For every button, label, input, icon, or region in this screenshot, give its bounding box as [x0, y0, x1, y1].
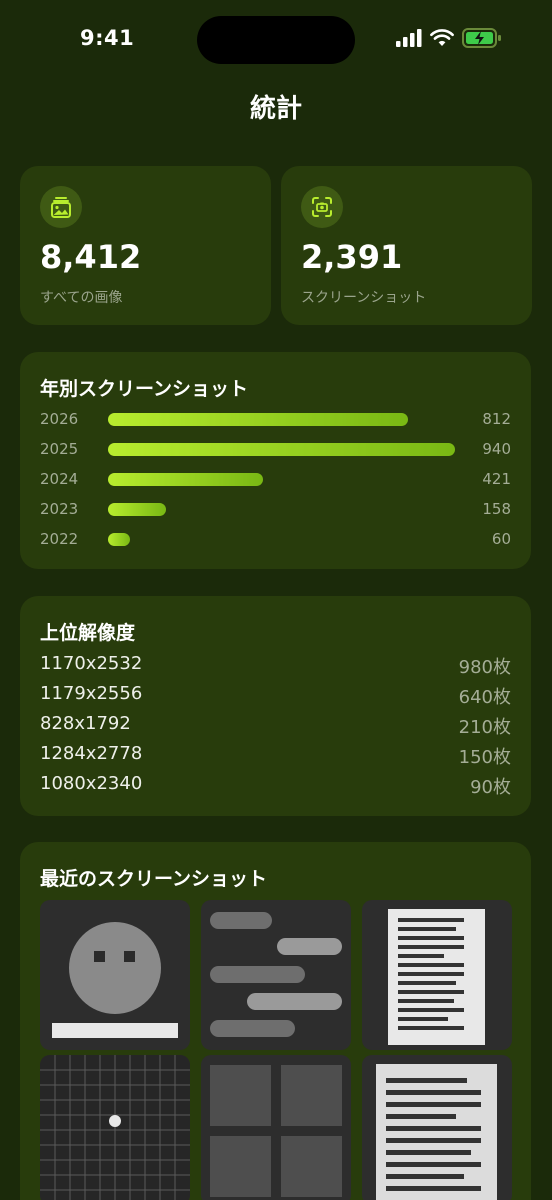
year-label: 2025	[40, 440, 79, 458]
resolution-count: 210枚	[458, 717, 511, 738]
resolution-name: 1170x2532	[40, 653, 143, 674]
resolution-name: 828x1792	[40, 713, 131, 734]
top-resolutions-card: 上位解像度 1170x2532 980枚 1179x2556 640枚 828x…	[20, 596, 531, 816]
resolution-row[interactable]: 1284x2778 150枚	[40, 743, 511, 768]
year-row[interactable]: 2025 940	[40, 440, 511, 460]
year-row[interactable]: 2026 812	[40, 410, 511, 430]
screenshot-thumbnail[interactable]	[362, 1055, 512, 1200]
resolution-row[interactable]: 1170x2532 980枚	[40, 653, 511, 678]
dynamic-island	[197, 16, 355, 64]
year-bar	[108, 443, 455, 456]
year-bar-track	[108, 413, 455, 426]
all-images-card[interactable]: 8,412 すべての画像	[20, 166, 271, 325]
year-bar	[108, 413, 408, 426]
cellular-signal-icon	[396, 29, 422, 51]
year-bar-track	[108, 533, 455, 546]
resolution-row[interactable]: 1179x2556 640枚	[40, 683, 511, 708]
year-count: 940	[482, 440, 511, 458]
recent-title: 最近のスクリーンショット	[40, 868, 268, 890]
screenshot-thumbnail[interactable]	[362, 900, 512, 1050]
resolution-count: 90枚	[470, 777, 511, 798]
wifi-icon	[430, 29, 454, 51]
year-row[interactable]: 2024 421	[40, 470, 511, 490]
year-count: 60	[491, 530, 511, 548]
year-row[interactable]: 2022 60	[40, 530, 511, 550]
year-label: 2023	[40, 500, 79, 518]
year-count: 158	[482, 500, 511, 518]
resolution-count: 640枚	[458, 687, 511, 708]
year-bar	[108, 503, 166, 516]
screenshot-icon	[301, 186, 343, 228]
resolution-row[interactable]: 1080x2340 90枚	[40, 773, 511, 798]
screenshot-thumbnail[interactable]	[40, 1055, 190, 1200]
screenshot-thumbnail[interactable]	[201, 1055, 351, 1200]
year-count: 812	[482, 410, 511, 428]
screenshots-count: 2,391	[301, 238, 403, 276]
all-images-label: すべての画像	[40, 290, 123, 306]
year-bar-track	[108, 503, 455, 516]
resolution-count: 980枚	[458, 657, 511, 678]
year-bar-track	[108, 473, 455, 486]
page-title: 統計	[249, 94, 302, 124]
screenshot-thumbnail[interactable]	[201, 900, 351, 1050]
resolution-row[interactable]: 828x1792 210枚	[40, 713, 511, 738]
status-time: 9:41	[80, 26, 135, 50]
recent-screenshots-card: 最近のスクリーンショット	[20, 842, 531, 1200]
year-label: 2026	[40, 410, 79, 428]
screenshot-thumbnail[interactable]	[40, 900, 190, 1050]
year-label: 2024	[40, 470, 79, 488]
battery-charging-icon	[462, 28, 502, 52]
screenshots-label: スクリーンショット	[301, 290, 427, 306]
status-icons	[396, 28, 502, 52]
resolution-name: 1080x2340	[40, 773, 143, 794]
resolution-count: 150枚	[458, 747, 511, 768]
screenshots-card[interactable]: 2,391 スクリーンショット	[281, 166, 532, 325]
resolution-name: 1284x2778	[40, 743, 143, 764]
year-bar	[108, 533, 130, 546]
yearly-screenshots-card: 年別スクリーンショット 2026 812 2025 940 2024 421 2…	[20, 352, 531, 569]
year-row[interactable]: 2023 158	[40, 500, 511, 520]
resolutions-title: 上位解像度	[40, 622, 136, 644]
yearly-title: 年別スクリーンショット	[40, 378, 249, 400]
year-bar-track	[108, 443, 455, 456]
year-count: 421	[482, 470, 511, 488]
all-images-count: 8,412	[40, 238, 142, 276]
status-bar: 9:41	[0, 0, 552, 80]
photo-icon	[40, 186, 82, 228]
year-bar	[108, 473, 263, 486]
year-label: 2022	[40, 530, 79, 548]
resolution-name: 1179x2556	[40, 683, 143, 704]
